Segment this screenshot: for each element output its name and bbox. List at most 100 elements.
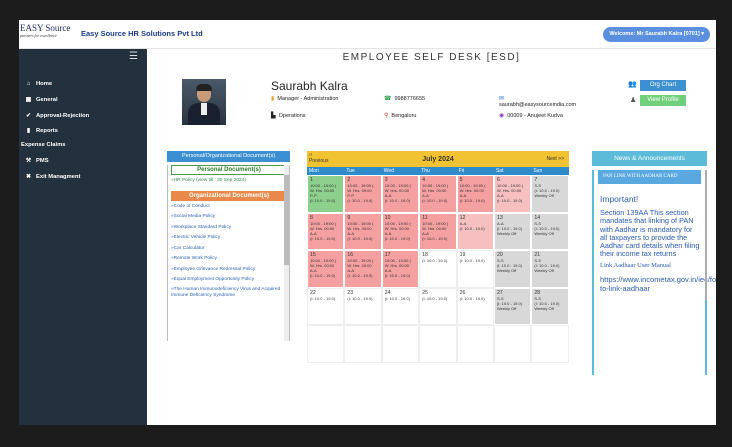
calendar-day-cell[interactable]: 12 A-A (I: 10.0 - 19.0): [456, 212, 494, 251]
employee-name: Saurabh Kalra: [271, 79, 348, 93]
calendar-day-cell[interactable]: 26 (I: 10.0 - 19.0): [456, 287, 494, 326]
documents-scrollbar[interactable]: [284, 165, 289, 341]
news-manual-link[interactable]: Link Aadhaar User Manual: [600, 262, 705, 269]
day-detail: (I: 10.0 - 19.0): [347, 273, 373, 279]
day-detail: (I: 10.0 - 19.0): [459, 295, 485, 301]
calendar-day-cell[interactable]: 7 S-S (I: 10.0 - 19.0) Weekly Off: [531, 175, 569, 213]
calendar-day-cell[interactable]: [419, 325, 457, 363]
view-profile-button[interactable]: View Profile: [640, 95, 686, 106]
calendar-day-cell[interactable]: 22 (I: 10.0 - 19.0): [307, 287, 345, 326]
sidebar-item-label: Home: [36, 81, 53, 87]
calendar-day-cell[interactable]: 19 (I: 10.0 - 19.0): [456, 250, 494, 288]
bookmark-icon: ▮: [271, 96, 275, 102]
sidebar: ☰ ⌂ Home ▦ General ✔ Approval-Rejection ▮ Re…: [19, 49, 147, 425]
calendar-day-cell[interactable]: 20 S-S (I: 10.0 - 19.0) Weekly Off: [493, 250, 532, 288]
calendar-day-cell[interactable]: 6 10:00 - 19:00 (W. Hrs. 00:00 A-A (I: 10.0…: [493, 175, 532, 213]
weekday-label: Sat: [495, 168, 504, 174]
sidebar-item-home[interactable]: ⌂ Home: [24, 81, 52, 87]
calendar-day-cell[interactable]: 25 (I: 10.0 - 19.0): [419, 287, 457, 326]
calendar-day-cell[interactable]: 16 10:00 - 19:00 (W. Hrs. 00:00 A-A (I: 10.…: [344, 250, 382, 288]
phone-icon: ☎: [384, 96, 392, 102]
department-text: Operations: [278, 112, 306, 119]
weekday-label: Fri: [458, 168, 465, 174]
menu-toggle-icon[interactable]: ☰: [129, 51, 138, 62]
building-icon: ▙: [271, 113, 276, 119]
weekday-label: Thu: [421, 168, 430, 174]
calendar-day-cell[interactable]: 4 10:00 - 19:00 (W. Hrs. 00:00 A-A (I: 10.0…: [419, 175, 457, 213]
calendar-day-cell[interactable]: 28 S-S (I: 10.0 - 19.0) Weekly Off: [531, 287, 569, 326]
next-month-button[interactable]: Next >>: [546, 156, 564, 162]
calendar-day-cell[interactable]: 24 (I: 10.0 - 19.0): [381, 287, 420, 326]
org-chart-button[interactable]: Org Chart: [640, 80, 686, 91]
calendar-day-cell[interactable]: 27 S-S (I: 10.0 - 19.0) Weekly Off: [493, 287, 532, 326]
calendar-day-cell[interactable]: [307, 325, 345, 363]
calendar-day-cell[interactable]: 14 S-S (I: 10.0 - 19.0) Weekly Off: [531, 212, 569, 251]
calendar-day-cell[interactable]: 17 10:00 - 19:00 (W. Hrs. 00:00 A-A (I: 10.…: [381, 250, 420, 288]
file-icon: ▮: [26, 128, 31, 134]
calendar-day-cell[interactable]: 15 10:00 - 19:00 (W. Hrs. 00:00 A-A (I: 10.…: [307, 250, 345, 288]
calendar-day-cell[interactable]: [381, 325, 420, 363]
news-scrollbar[interactable]: [705, 170, 707, 300]
sidebar-item-pms[interactable]: ⚒ PMS: [24, 157, 49, 165]
calendar-day-cell[interactable]: 1 10:00 - 19:00 (W. Hrs. 00:00 P-P (I: 10.0…: [307, 175, 345, 213]
welcome-user-dropdown[interactable]: Welcome: Mr Saurabh Kalra [0701] ▾: [603, 27, 710, 42]
day-detail: Weekly Off: [534, 230, 554, 236]
sidebar-item-approval-rejection[interactable]: ✔ Approval-Rejection: [24, 112, 89, 120]
calendar-day-cell[interactable]: [456, 325, 494, 363]
map-marker-icon: ⚲: [384, 113, 389, 119]
org-document-link[interactable]: »Car Calculator: [171, 245, 289, 254]
news-body: PAN LINK WITH AADHAR CARD Important! Sec…: [592, 170, 716, 375]
calendar-day-cell[interactable]: 18 (I: 10.0 - 19.0): [419, 250, 457, 288]
day-detail: (I: 10.0 - 19.0): [496, 198, 523, 203]
calendar-day-cell[interactable]: 3 10:00 - 19:00 (W. Hrs. 00:00 A-A (I: 10.0…: [381, 175, 420, 213]
news-url-link[interactable]: https://www.incometax.gov.in/iec/foporta…: [600, 275, 716, 293]
calendar-day-cell[interactable]: 2 10:00 - 19:00 (W. Hrs. 09:00 P-P (I: 10.0…: [344, 175, 382, 213]
sidebar-item-label: Reports: [36, 127, 58, 134]
calendar-day-cell[interactable]: 9 10:00 - 19:00 (W. Hrs. 00:00 A-A (I: 10.0…: [344, 212, 382, 251]
day-detail: (I: 10.0 - 19.0): [422, 235, 448, 241]
day-detail: (I: 10.0 - 19.0): [347, 295, 373, 301]
day-detail: (I: 10.0 - 19.0): [384, 235, 410, 241]
sidebar-item-exit-managment[interactable]: ✖ Exit Managment: [24, 173, 81, 181]
org-document-link[interactable]: »Remote Work Policy: [171, 255, 289, 264]
calendar-header: ‹‹ Previous July 2024 Next >>: [307, 151, 569, 167]
designation-text: Manager - Administration: [277, 95, 339, 102]
org-document-link[interactable]: »Workplace Standard Policy: [171, 224, 289, 233]
org-document-link[interactable]: »Equal Employment Opportunity Policy: [171, 276, 289, 285]
designation: ▮ Manager - Administration: [271, 95, 339, 103]
sidebar-item-general[interactable]: ▦ General: [24, 96, 58, 104]
calendar-day-cell[interactable]: 10 10:00 - 19:00 (W. Hrs. 00:00 A-A (I: 10.…: [381, 212, 420, 251]
calendar-day-cell[interactable]: 8 10:00 - 19:00 (W. Hrs. 00:00 A-A (I: 10.0…: [307, 212, 345, 251]
calendar-day-cell[interactable]: [344, 325, 382, 363]
org-document-link[interactable]: »Social Media Policy: [171, 213, 289, 222]
sidebar-item-label: Exit Managment: [36, 173, 81, 180]
company-name: Easy Source HR Solutions Pvt Ltd: [81, 29, 203, 38]
day-detail: (I: 10.0 - 19.0): [384, 273, 410, 279]
sidebar-item-label: Expense Claims: [21, 142, 66, 148]
sidebar-item-expense-claims[interactable]: Expense Claims: [21, 142, 65, 148]
day-detail: (I: 10.0 - 19.0): [310, 295, 336, 301]
chevron-down-icon: ▾: [701, 31, 704, 37]
day-detail: Weekly Off: [496, 230, 517, 236]
sidebar-item-reports[interactable]: ▮ Reports: [24, 127, 58, 135]
home-icon: ⌂: [26, 81, 31, 87]
day-detail: Weekly Off: [534, 268, 554, 274]
calendar-day-cell[interactable]: 23 (I: 10.0 - 19.0): [344, 287, 382, 326]
org-document-link[interactable]: »Electric Vehicle Policy: [171, 234, 289, 243]
calendar-day-cell[interactable]: 11 10:00 - 19:00 (W. Hrs. 00:00 A-A (I: 10.…: [419, 212, 457, 251]
calendar-day-cell[interactable]: [531, 325, 569, 363]
documents-header: Personal/Organizational Document(s): [167, 151, 290, 162]
news-title: PAN LINK WITH AADHAR CARD: [598, 170, 701, 184]
calendar-day-cell[interactable]: 5 10:00 - 19:00 (W. Hrs. 00:00 A-A (I: 10.0…: [456, 175, 494, 213]
day-detail: (I: 10.0 - 19.0): [310, 198, 336, 203]
company-logo[interactable]: EASY Source partners for excellence: [20, 24, 72, 38]
org-document-link[interactable]: »The Human Immunodeficiency Virus and Ac…: [171, 287, 283, 299]
calendar-day-cell[interactable]: [493, 325, 532, 363]
calendar-day-cell[interactable]: 13 A-A (I: 10.0 - 19.0) Weekly Off: [493, 212, 532, 251]
org-document-link[interactable]: »Code of Conduct: [171, 203, 289, 212]
calendar-day-cell[interactable]: 21 S-S (I: 10.0 - 19.0) Weekly Off: [531, 250, 569, 288]
org-document-link[interactable]: »Employee Grievance Redressal Policy: [171, 266, 289, 275]
day-detail: (I: 10.0 - 19.0): [310, 273, 336, 279]
sidebar-item-label: PMS: [36, 157, 49, 164]
personal-document-link[interactable]: »HR Policy (view till : 30 Sep 2024): [171, 177, 289, 186]
